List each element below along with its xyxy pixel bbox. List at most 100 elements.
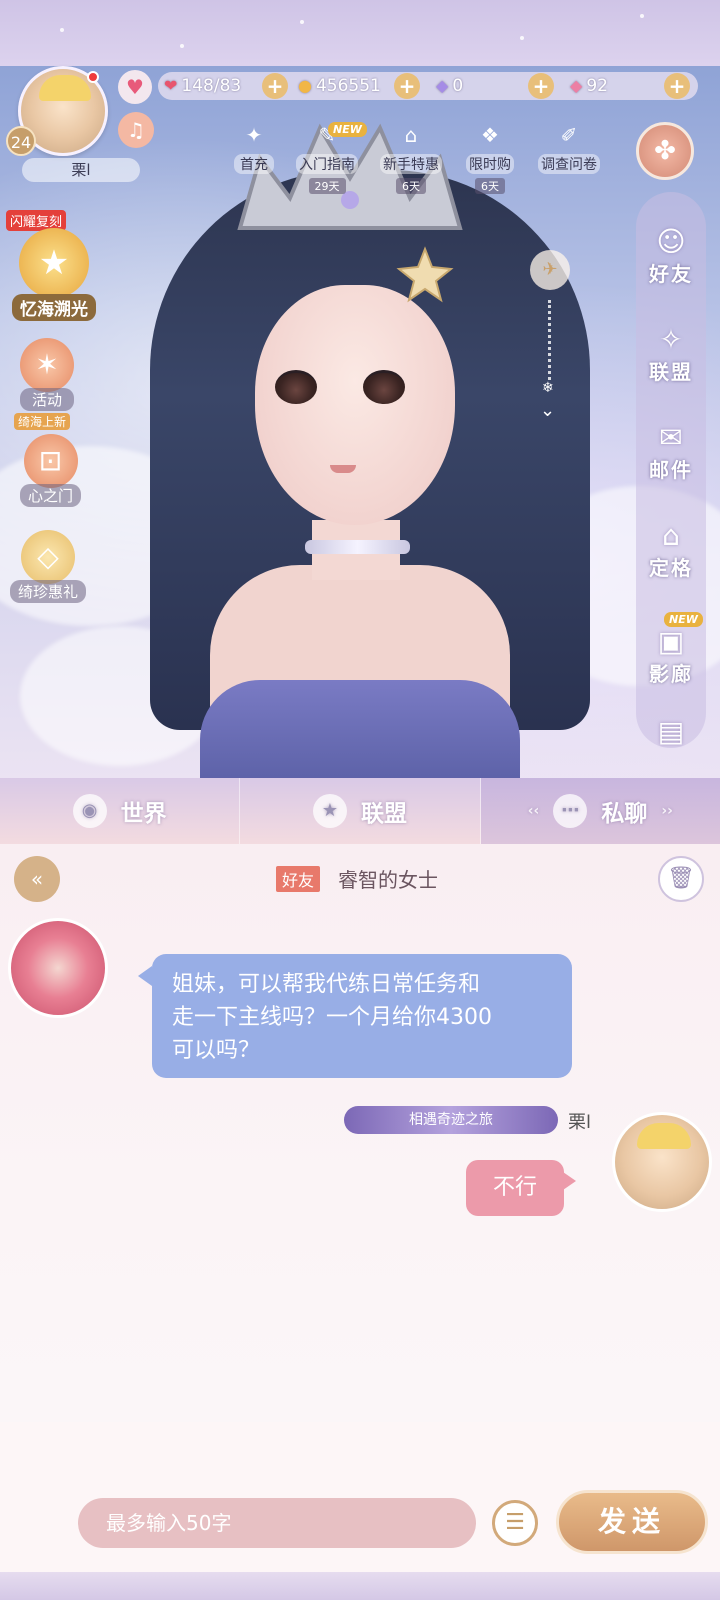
menu-first-recharge[interactable]: ✦ 首充: [234, 118, 274, 174]
level-badge: 24: [6, 126, 36, 156]
side-item-gallery[interactable]: ▣ 影廊: [636, 626, 706, 687]
diamond-icon: ◆: [570, 76, 583, 95]
menu-label: 新手特惠: [380, 154, 442, 174]
menu-label: 入门指南: [296, 154, 358, 174]
player-title-badge: 相遇奇迹之旅: [344, 1106, 558, 1134]
snowflake-icon: ❄: [542, 380, 554, 396]
sender-name: 栗l: [568, 1112, 592, 1133]
tab-label: 世界: [120, 801, 167, 827]
left-item-memory[interactable]: ★ 忆海溯光: [12, 228, 96, 321]
left-item-heart-gate[interactable]: ⊡ 心之门: [20, 434, 82, 507]
incoming-message-bubble: 姐妹，可以帮我代练日常任务和 走一下主线吗？一个月给你4300 可以吗？: [138, 954, 572, 1078]
door-icon: ⊡: [23, 434, 78, 488]
survey-icon: ✐: [560, 123, 578, 147]
side-item-more[interactable]: ▤: [636, 716, 706, 748]
star-hairclip-icon: [396, 246, 454, 303]
player-name: 栗l: [22, 158, 140, 182]
gold-coin-icon: ●: [298, 76, 312, 95]
gold-value: 456551: [315, 76, 381, 96]
stamina-value: 148/83: [181, 76, 242, 96]
crystal-icon: ◆: [436, 76, 449, 95]
new-badge: NEW: [664, 612, 703, 627]
left-item-deal[interactable]: ◇ 绮珍惠礼: [10, 530, 87, 603]
heart-icon[interactable]: ♥: [118, 70, 152, 104]
message-line: 姐妹，可以帮我代练日常任务和: [172, 972, 481, 997]
left-item-label: 心之门: [20, 484, 82, 507]
back-icon[interactable]: «: [14, 856, 60, 902]
list-icon[interactable]: ☰: [492, 1500, 538, 1546]
menu-timer: 29天: [308, 178, 346, 194]
shield-icon: ★: [312, 794, 347, 828]
bottom-decorative-strip: [0, 1572, 720, 1600]
message-line: 可以吗？: [172, 1038, 261, 1063]
tab-label: 私聊: [601, 801, 648, 827]
character-right-eye: [363, 370, 405, 404]
tab-private-chat[interactable]: ‹‹ ⋯ 私聊 ››: [480, 778, 720, 844]
camera-icon: ▣: [657, 625, 685, 658]
add-gold-button[interactable]: +: [394, 73, 420, 99]
mail-icon: ✉: [659, 421, 683, 454]
trash-icon[interactable]: 🗑: [658, 856, 704, 902]
avatar-hat: [39, 75, 91, 101]
side-item-label: 定格: [649, 556, 693, 580]
menu-timer: 6天: [396, 178, 426, 194]
side-item-label: 邮件: [649, 458, 693, 482]
save-icon: ▤: [657, 715, 685, 748]
gift-box-icon: ✦: [245, 123, 263, 147]
menu-survey[interactable]: ✐ 调查问卷: [538, 118, 600, 174]
side-item-alliance[interactable]: ✧ 联盟: [636, 324, 706, 385]
diamond-display: ◆ 92: [570, 72, 608, 100]
add-stamina-button[interactable]: +: [262, 73, 288, 99]
side-item-label: 好友: [649, 262, 693, 286]
side-item-mail[interactable]: ✉ 邮件: [636, 422, 706, 483]
crystal-value: 0: [452, 76, 464, 96]
send-button[interactable]: 发送: [556, 1490, 708, 1554]
camera-zoom-knob[interactable]: ✈: [530, 250, 570, 290]
menu-label: 限时购: [466, 154, 514, 174]
music-note-icon[interactable]: ♫: [118, 112, 154, 148]
chevron-down-icon[interactable]: ⌄: [540, 400, 555, 421]
menu-newbie-deal[interactable]: ⌂ 新手特惠 6天: [380, 118, 442, 194]
side-item-label: 影廊: [649, 662, 693, 686]
stamina-display: ❤ 148/83: [164, 72, 241, 100]
left-item-activity[interactable]: ✶ 活动: [20, 338, 74, 411]
zoom-slider-track[interactable]: [548, 300, 552, 380]
diamond-value: 92: [586, 76, 608, 96]
double-left-arrow-icon: ‹‹: [527, 803, 540, 819]
stamina-heart-icon: ❤: [164, 76, 178, 95]
notification-dot: [87, 71, 99, 83]
side-item-friends[interactable]: ☺ 好友: [636, 226, 706, 287]
menu-timer: 6天: [475, 178, 505, 194]
star-medal-icon: ★: [19, 228, 89, 298]
tab-world[interactable]: ◉ 世界: [0, 778, 241, 844]
message-input[interactable]: [78, 1498, 476, 1548]
friend-avatar[interactable]: [8, 918, 108, 1018]
add-crystal-button[interactable]: +: [528, 73, 554, 99]
character-dress: [200, 680, 520, 780]
menu-limited-purchase[interactable]: ❖ 限时购 6天: [466, 118, 514, 194]
character-choker: [305, 540, 410, 554]
tab-label: 联盟: [360, 801, 407, 827]
menu-label: 首充: [234, 154, 274, 174]
gift-icon: ❖: [481, 123, 499, 147]
pinwheel-icon[interactable]: ✤: [636, 122, 694, 180]
chat-icon: ⋯: [553, 794, 588, 828]
add-diamond-button[interactable]: +: [664, 73, 690, 99]
home-icon: ⌂: [662, 519, 680, 552]
gold-display: ● 456551: [298, 72, 381, 100]
tab-alliance[interactable]: ★ 联盟: [240, 778, 481, 844]
side-item-label: 联盟: [649, 360, 693, 384]
chat-title: 睿智的女士: [338, 868, 438, 892]
left-item-label: 忆海溯光: [12, 294, 96, 321]
side-item-freeze[interactable]: ⌂ 定格: [636, 520, 706, 581]
character-mouth: [330, 465, 356, 473]
character-left-eye: [275, 370, 317, 404]
diamond-gift-icon: ◇: [21, 530, 75, 584]
left-item-label: 活动: [20, 388, 74, 411]
my-avatar[interactable]: [612, 1112, 712, 1212]
avatar-hat: [637, 1123, 691, 1149]
globe-icon: ◉: [72, 794, 107, 828]
friend-icon: ☺: [656, 225, 686, 258]
friend-tag: 好友: [276, 866, 321, 892]
bag-icon: ⌂: [404, 123, 418, 147]
